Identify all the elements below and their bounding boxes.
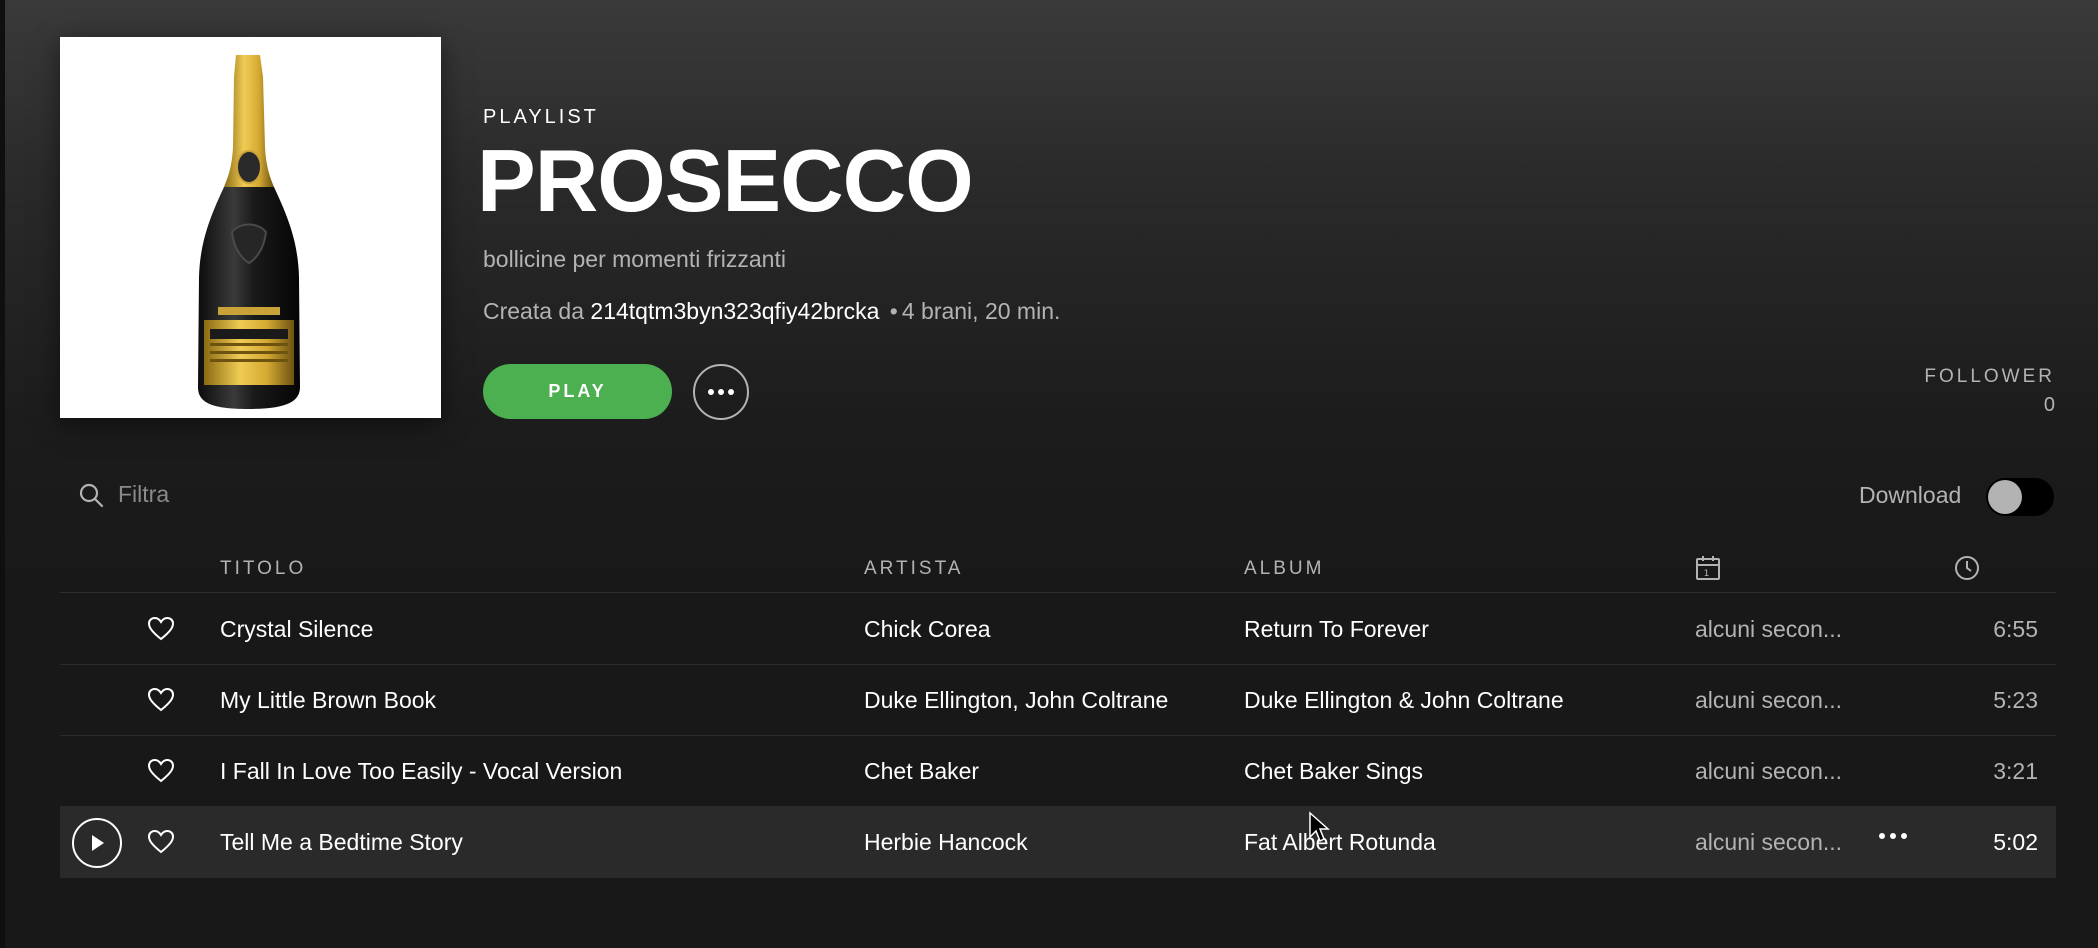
- playlist-cover[interactable]: [60, 37, 441, 418]
- track-added: alcuni secon...: [1695, 615, 1843, 642]
- playlist-type-label: PLAYLIST: [483, 106, 599, 128]
- track-title: My Little Brown Book: [220, 686, 437, 713]
- download-label: Download: [1859, 482, 1962, 508]
- playlist-meta: Creata da 214tqtm3byn323qfiy42brcka • 4 b…: [483, 298, 1060, 325]
- heart-icon[interactable]: [147, 687, 175, 713]
- follower-label: FOLLOWER: [1924, 366, 2055, 387]
- track-title: Crystal Silence: [220, 615, 374, 642]
- meta-separator: •: [889, 298, 898, 324]
- table-row[interactable]: I Fall In Love Too Easily - Vocal Versio…: [60, 736, 2056, 807]
- table-row[interactable]: Tell Me a Bedtime Story Herbie Hancock F…: [60, 807, 2056, 878]
- play-icon: [92, 835, 104, 851]
- prosecco-bottle-image: [198, 55, 300, 409]
- row-play-button[interactable]: [72, 818, 122, 868]
- download-toggle[interactable]: [1986, 478, 2054, 516]
- track-added: alcuni secon...: [1695, 686, 1843, 713]
- created-by-prefix: Creata da: [483, 298, 585, 324]
- row-more-icon[interactable]: [1878, 832, 1908, 840]
- track-duration: 5:23: [1993, 686, 2038, 713]
- track-album[interactable]: Chet Baker Sings: [1244, 736, 1423, 806]
- track-title: Tell Me a Bedtime Story: [220, 828, 463, 855]
- page-title: PROSECCO: [477, 131, 974, 230]
- filter-input[interactable]: [116, 480, 420, 509]
- svg-text:1: 1: [1704, 569, 1713, 579]
- heart-icon[interactable]: [147, 829, 175, 855]
- column-header-artist[interactable]: ARTISTA: [864, 558, 963, 580]
- column-header-title[interactable]: TITOLO: [220, 558, 306, 580]
- playlist-page: PLAYLIST PROSECCO bollicine per momenti …: [0, 0, 2098, 948]
- playlist-description: bollicine per momenti frizzanti: [483, 246, 786, 272]
- table-row[interactable]: My Little Brown Book Duke Ellington, Joh…: [60, 665, 2056, 736]
- track-duration: 6:55: [1993, 615, 2038, 642]
- track-title: I Fall In Love Too Easily - Vocal Versio…: [220, 757, 623, 784]
- play-button[interactable]: PLAY: [483, 364, 672, 419]
- track-added: alcuni secon...: [1695, 828, 1843, 855]
- search-icon: [79, 483, 104, 507]
- table-header-divider: [60, 592, 2056, 593]
- more-dots-icon: [708, 389, 734, 395]
- more-options-button[interactable]: [693, 364, 749, 420]
- track-album[interactable]: Return To Forever: [1244, 594, 1429, 664]
- track-album[interactable]: Fat Albert Rotunda: [1244, 807, 1436, 877]
- track-album[interactable]: Duke Ellington & John Coltrane: [1244, 665, 1564, 735]
- track-added: alcuni secon...: [1695, 757, 1843, 784]
- table-row[interactable]: Crystal Silence Chick Corea Return To Fo…: [60, 594, 2056, 665]
- sidebar-edge: [0, 0, 5, 948]
- track-artist[interactable]: Chet Baker: [864, 736, 979, 806]
- column-header-duration[interactable]: [1954, 555, 1980, 587]
- mouse-cursor-icon: [1309, 811, 1330, 843]
- calendar-icon: 1: [1696, 556, 1720, 580]
- track-artist[interactable]: Chick Corea: [864, 594, 991, 664]
- track-duration: 5:02: [1993, 828, 2038, 855]
- clock-icon: [1955, 556, 1979, 580]
- playlist-stats: 4 brani, 20 min.: [901, 298, 1061, 324]
- track-duration: 3:21: [1993, 757, 2038, 784]
- owner-link[interactable]: 214tqtm3byn323qfiy42brcka: [590, 298, 879, 324]
- toggle-knob: [1988, 480, 2022, 514]
- column-header-date[interactable]: 1: [1695, 555, 1721, 587]
- heart-icon[interactable]: [147, 616, 175, 642]
- track-artist[interactable]: Herbie Hancock: [864, 807, 1028, 877]
- follower-count: 0: [2043, 394, 2055, 416]
- heart-icon[interactable]: [147, 758, 175, 784]
- column-header-album[interactable]: ALBUM: [1244, 558, 1324, 580]
- track-artist[interactable]: Duke Ellington, John Coltrane: [864, 665, 1168, 735]
- filter-bar: [78, 480, 420, 509]
